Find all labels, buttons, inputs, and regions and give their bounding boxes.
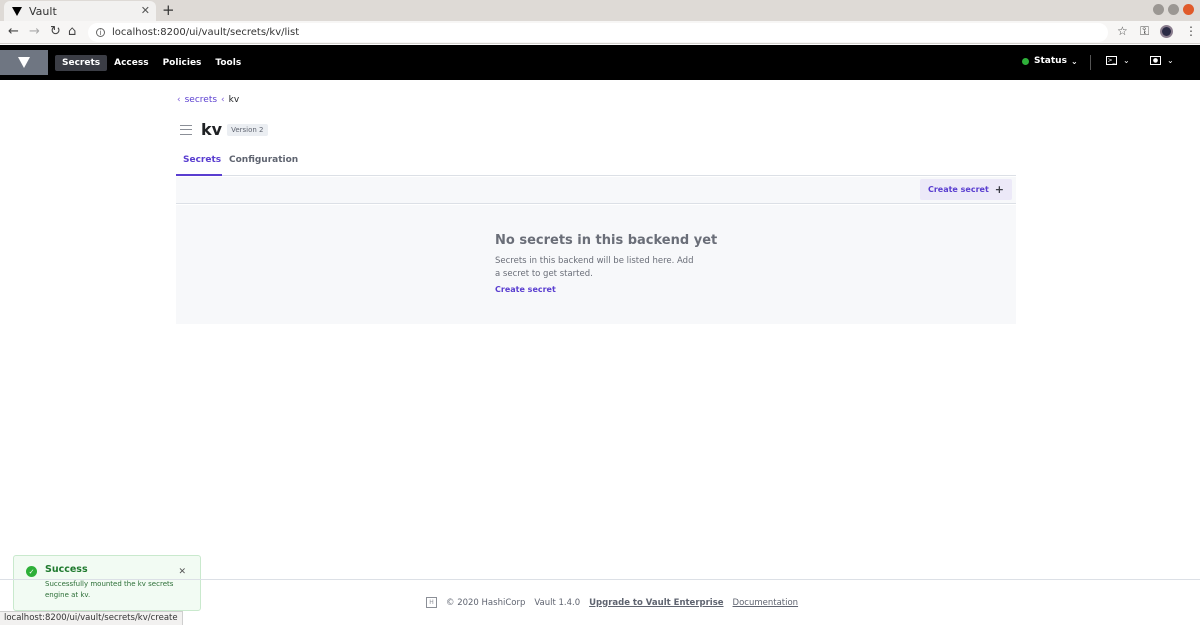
browser-menu-icon[interactable]: ⋮ [1185,24,1197,38]
toast-title: Success [45,564,88,575]
upgrade-link[interactable]: Upgrade to Vault Enterprise [589,598,723,608]
status-dot-icon [1022,57,1029,65]
list-icon [180,124,192,135]
create-secret-button[interactable]: Create secret + [919,179,1012,200]
status-label: Status [1034,56,1067,66]
tab-configuration[interactable]: Configuration [229,155,298,165]
footer-copyright: © 2020 HashiCorp [446,597,526,608]
vault-logo[interactable] [0,50,48,75]
browser-tab-bar: Vault ✕ + [0,0,1200,21]
status-menu[interactable]: Status ⌄ [1022,56,1078,66]
breadcrumb-current: kv [228,95,240,105]
forward-icon[interactable]: → [29,24,40,39]
create-secret-label: Create secret [927,185,989,194]
success-toast: ✓ Success Successfully mounted the kv se… [13,555,201,611]
bookmark-star-icon[interactable]: ☆ [1117,24,1128,38]
page-title-row: kv Version 2 [180,120,268,139]
key-icon[interactable]: ⚿ [1140,24,1149,39]
header-divider [1090,55,1091,70]
maximize-icon[interactable] [1168,4,1179,15]
vault-header: Secrets Access Policies Tools Status ⌄ >… [0,45,1200,80]
url-input[interactable]: i localhost:8200/ui/vault/secrets/kv/lis… [88,23,1108,42]
new-tab-icon[interactable]: + [162,1,175,19]
empty-state-message: Secrets in this backend will be listed h… [495,256,694,279]
home-icon[interactable]: ⌂ [68,24,76,39]
nav-policies[interactable]: Policies [156,55,209,71]
empty-state-title: No secrets in this backend yet [495,233,718,248]
window-controls [1153,4,1194,15]
browser-tab[interactable]: Vault ✕ [4,1,156,21]
browser-status-bar: localhost:8200/ui/vault/secrets/kv/creat… [0,611,183,625]
empty-state-create-link[interactable]: Create secret [495,285,556,294]
breadcrumb-chevron-icon: ‹ [221,95,225,105]
browser-tab-title: Vault [29,4,57,18]
active-tab-indicator [176,174,222,176]
chevron-down-icon: ⌄ [1167,56,1174,65]
secrets-toolbar: Create secret + [176,177,1016,204]
chevron-down-icon: ⌄ [1070,56,1078,66]
breadcrumb-link-secrets[interactable]: secrets [185,95,217,105]
window-close-icon[interactable] [1183,4,1194,15]
profile-avatar[interactable] [1160,25,1173,38]
empty-state: No secrets in this backend yet Secrets i… [176,205,1016,324]
console-menu[interactable]: >_ ⌄ [1106,56,1130,65]
reload-icon[interactable]: ↻ [50,24,61,39]
toast-close-icon[interactable]: ✕ [178,567,186,577]
vault-favicon-icon [12,6,22,16]
nav-access[interactable]: Access [107,55,155,71]
documentation-link[interactable]: Documentation [733,598,799,608]
tab-secrets[interactable]: Secrets [183,155,221,165]
breadcrumb: ‹ secrets ‹ kv [177,95,239,105]
nav-secrets[interactable]: Secrets [55,55,108,71]
tab-close-icon[interactable]: ✕ [141,4,150,17]
main-nav: Secrets Access Policies Tools [55,55,248,71]
user-menu[interactable]: ● ⌄ [1150,56,1174,65]
footer: H © 2020 HashiCorp Vault 1.4.0 Upgrade t… [426,597,798,608]
minimize-icon[interactable] [1153,4,1164,15]
console-icon: >_ [1106,56,1117,65]
footer-divider [0,579,1200,580]
user-icon: ● [1150,56,1161,65]
check-circle-icon: ✓ [26,566,37,577]
address-bar: ← → ↻ ⌂ i localhost:8200/ui/vault/secret… [0,21,1200,44]
footer-version: Vault 1.4.0 [534,597,581,608]
vault-logo-icon [18,57,30,68]
breadcrumb-chevron-icon: ‹ [177,95,181,105]
plus-icon: + [994,183,1004,196]
toast-message: Successfully mounted the kv secrets engi… [45,580,174,599]
nav-tools[interactable]: Tools [208,55,248,71]
back-icon[interactable]: ← [8,24,19,39]
chevron-down-icon: ⌄ [1123,56,1130,65]
site-info-icon[interactable]: i [96,28,105,37]
page-title: kv [201,120,223,139]
engine-tabs: Secrets Configuration [176,151,1016,176]
version-badge: Version 2 [227,123,268,136]
hashicorp-logo-icon: H [426,597,437,608]
url-text: localhost:8200/ui/vault/secrets/kv/list [112,27,300,38]
